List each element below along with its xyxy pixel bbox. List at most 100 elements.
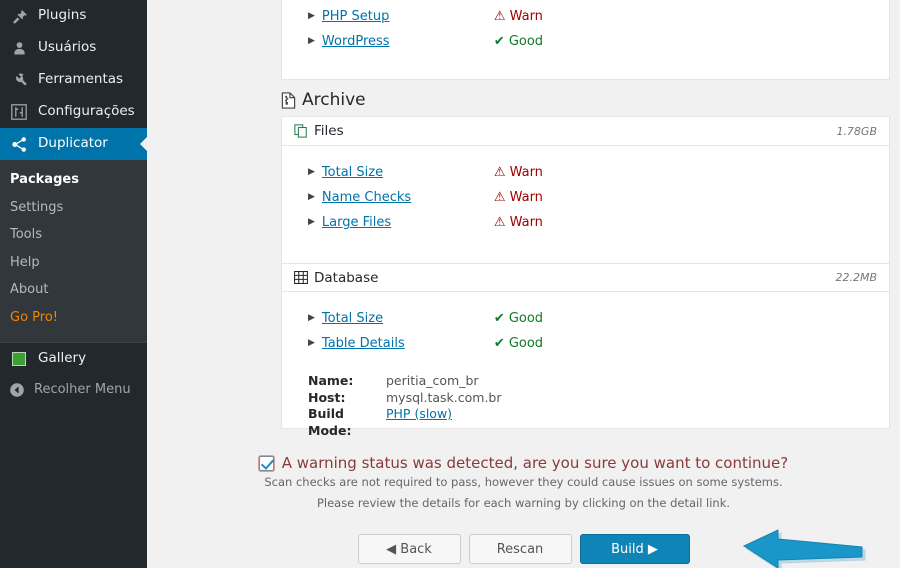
sidebar-item-gallery[interactable]: Gallery — [0, 343, 147, 375]
user-icon — [9, 40, 29, 57]
sidebar-item-label: Ferramentas — [38, 71, 124, 88]
archive-file-icon — [281, 91, 296, 109]
scan-row: ▶ Large Files ⚠ Warn — [282, 210, 889, 235]
check-icon: ✔ — [493, 34, 505, 49]
warning-triangle-icon: ⚠ — [493, 9, 506, 24]
expand-caret-icon[interactable]: ▶ — [308, 339, 315, 348]
database-size-label: 22.2MB — [835, 271, 877, 284]
detail-link-db-total-size[interactable]: Total Size — [322, 311, 494, 326]
detail-key: Name: — [308, 373, 354, 388]
sidebar-item-ferramentas[interactable]: Ferramentas — [0, 64, 147, 96]
warning-confirm-block: A warning status was detected, are you s… — [147, 454, 900, 514]
sidebar-item-label: Duplicator — [38, 135, 108, 152]
sidebar-item-label: Plugins — [38, 7, 87, 24]
duplicator-submenu: Packages Settings Tools Help About Go Pr… — [0, 160, 147, 342]
warning-triangle-icon: ⚠ — [493, 215, 506, 230]
wrench-icon — [9, 72, 29, 89]
green-square-icon — [9, 351, 29, 366]
confirm-line: A warning status was detected, are you s… — [147, 454, 900, 472]
action-button-bar: ◀ Back Rescan Build ▶ — [147, 534, 900, 564]
confirm-subtext-2: Please review the details for each warni… — [316, 496, 731, 510]
submenu-item-settings[interactable]: Settings — [0, 194, 147, 222]
status-label: Warn — [509, 215, 543, 230]
sidebar-item-label: Usuários — [38, 39, 97, 56]
screen: Plugins Usuários Ferramentas Configuraçõ… — [0, 0, 900, 568]
status-badge: ✔ Good — [494, 336, 543, 351]
status-label: Warn — [509, 9, 543, 24]
share-nodes-icon — [9, 136, 29, 153]
build-button[interactable]: Build ▶ — [579, 534, 690, 564]
continue-checkbox[interactable] — [258, 455, 274, 471]
expand-caret-icon[interactable]: ▶ — [308, 314, 315, 323]
archive-panel: Files 1.78GB ▶ Total Size ⚠ Warn ▶ Name … — [281, 116, 890, 438]
submenu-item-tools[interactable]: Tools — [0, 221, 147, 249]
scan-row: ▶ Name Checks ⚠ Warn — [282, 185, 889, 210]
scan-row: ▶ Table Details ✔ Good — [282, 331, 889, 356]
files-panel-header: Files 1.78GB — [282, 117, 889, 146]
database-panel-header: Database 22.2MB — [282, 263, 889, 292]
status-label: Warn — [509, 165, 543, 180]
rescan-button[interactable]: Rescan — [468, 534, 572, 564]
expand-caret-icon[interactable]: ▶ — [308, 168, 315, 177]
sidebar-item-duplicator[interactable]: Duplicator — [0, 128, 148, 160]
status-label: Warn — [509, 190, 543, 205]
status-badge: ⚠ Warn — [494, 215, 543, 230]
build-mode-link[interactable]: PHP (slow) — [386, 406, 452, 421]
archive-section-title: Archive — [281, 90, 366, 110]
submenu-item-about[interactable]: About — [0, 276, 147, 304]
detail-link-large-files[interactable]: Large Files — [322, 215, 494, 230]
sidebar-item-label: Gallery — [38, 349, 87, 366]
detail-row-host: Host: mysql.task.com.br — [308, 390, 889, 407]
submenu-item-go-pro[interactable]: Go Pro! — [0, 304, 147, 332]
expand-caret-icon[interactable]: ▶ — [308, 12, 315, 21]
main-content: ▶ Web Server ✔ Good ▶ PHP Setup ⚠ Warn ▶… — [147, 0, 900, 568]
warning-triangle-icon: ⚠ — [493, 165, 506, 180]
admin-sidebar: Plugins Usuários Ferramentas Configuraçõ… — [0, 0, 148, 568]
scan-row: ▶ Total Size ✔ Good — [282, 306, 889, 331]
collapse-menu-button[interactable]: Recolher Menu — [0, 375, 147, 405]
check-icon: ✔ — [493, 311, 505, 326]
collapse-menu-label: Recolher Menu — [34, 382, 131, 398]
scan-row: ▶ WordPress ✔ Good — [282, 29, 889, 54]
status-label: Good — [508, 336, 544, 351]
database-header-label: Database — [314, 269, 379, 286]
detail-link-wordpress[interactable]: WordPress — [322, 34, 494, 49]
sidebar-item-plugins[interactable]: Plugins — [0, 0, 147, 32]
back-button[interactable]: ◀ Back — [357, 534, 461, 564]
sidebar-item-configuracoes[interactable]: Configurações — [0, 96, 147, 128]
confirm-label: A warning status was detected, are you s… — [281, 454, 789, 472]
archive-title-label: Archive — [302, 90, 366, 110]
expand-caret-icon[interactable]: ▶ — [308, 193, 315, 202]
detail-row-name: Name: peritia_com_br — [308, 373, 889, 390]
detail-value: mysql.task.com.br — [386, 389, 502, 405]
detail-link-name-checks[interactable]: Name Checks — [322, 190, 494, 205]
status-badge: ⚠ Warn — [494, 9, 543, 24]
warning-triangle-icon: ⚠ — [493, 190, 506, 205]
files-header-label: Files — [314, 123, 344, 139]
status-label: Good — [508, 311, 544, 326]
status-badge: ⚠ Warn — [494, 165, 543, 180]
copy-files-icon — [294, 124, 308, 138]
sidebar-item-usuarios[interactable]: Usuários — [0, 32, 147, 64]
detail-key: Build Mode: — [308, 406, 352, 438]
files-size-label: 1.78GB — [836, 124, 877, 138]
detail-link-php-setup[interactable]: PHP Setup — [322, 9, 494, 24]
system-panel: ▶ Web Server ✔ Good ▶ PHP Setup ⚠ Warn ▶… — [281, 0, 890, 80]
status-badge: ✔ Good — [494, 34, 543, 49]
detail-link-table-details[interactable]: Table Details — [322, 336, 494, 351]
settings-sliders-icon — [9, 104, 29, 120]
submenu-item-help[interactable]: Help — [0, 249, 147, 277]
detail-key: Host: — [308, 389, 346, 405]
submenu-item-packages[interactable]: Packages — [0, 166, 147, 194]
sidebar-item-label: Configurações — [38, 103, 135, 120]
plugin-icon — [9, 8, 29, 25]
scan-row: ▶ PHP Setup ⚠ Warn — [282, 4, 889, 29]
collapse-arrow-icon — [9, 382, 25, 398]
expand-caret-icon[interactable]: ▶ — [308, 218, 315, 227]
detail-value: peritia_com_br — [386, 373, 479, 388]
detail-link-files-total-size[interactable]: Total Size — [322, 165, 494, 180]
detail-row-build-mode: Build Mode: PHP (slow) — [308, 406, 889, 439]
check-icon: ✔ — [493, 336, 505, 351]
status-label: Good — [508, 34, 544, 49]
expand-caret-icon[interactable]: ▶ — [308, 37, 315, 46]
